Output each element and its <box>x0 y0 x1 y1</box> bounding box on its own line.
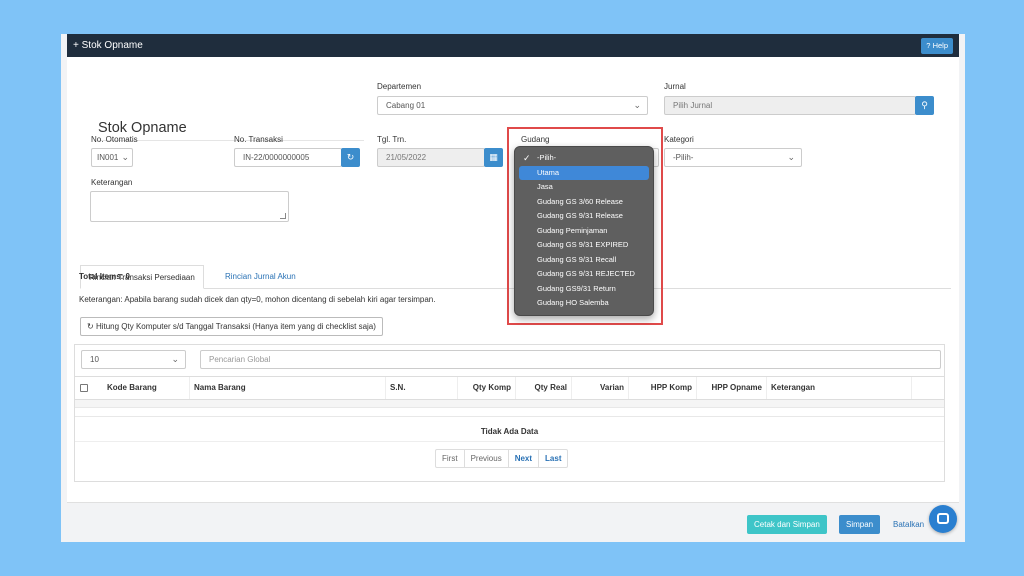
no-transaksi-input[interactable]: IN-22/0000000005 <box>234 148 342 167</box>
select-all-checkbox[interactable] <box>80 384 88 392</box>
page-size-value: 10 <box>90 355 99 364</box>
title-divider <box>98 140 364 141</box>
chevron-down-icon: ⌄ <box>633 100 641 110</box>
note-text: Keterangan: Apabila barang sudah dicek d… <box>79 295 436 304</box>
gudang-option-ho-salemba[interactable]: Gudang HO Salemba <box>519 296 649 311</box>
gudang-option-jasa[interactable]: Jasa <box>519 180 649 195</box>
search-icon: ⚲ <box>921 100 928 110</box>
no-otomatis-label: No. Otomatis <box>91 135 138 144</box>
title-bar: + Stok Opname ? Help <box>67 34 959 57</box>
print-save-button[interactable]: Cetak dan Simpan <box>747 515 827 534</box>
col-qty-real[interactable]: Qty Real <box>516 377 572 399</box>
gudang-option-gs931-expired[interactable]: Gudang GS 9/31 EXPIRED <box>519 238 649 253</box>
resize-grip-icon[interactable] <box>280 213 286 219</box>
help-icon: ? <box>926 41 931 50</box>
refresh-icon: ↻ <box>346 152 355 162</box>
page-title: Stok Opname <box>98 120 187 136</box>
empty-table-message: Tidak Ada Data <box>75 422 944 442</box>
gudang-dropdown-menu: ✓ -Pilih- Utama Jasa Gudang GS 3/60 Rele… <box>514 146 654 316</box>
col-qty-komp[interactable]: Qty Komp <box>458 377 516 399</box>
form-footer: Cetak dan Simpan Simpan Batalkan <box>67 502 959 542</box>
pagination: First Previous Next Last <box>435 449 569 468</box>
no-transaksi-label: No. Transaksi <box>234 135 283 144</box>
jurnal-label: Jurnal <box>664 82 686 91</box>
check-icon: ✓ <box>523 153 531 163</box>
refresh-icon: ↻ <box>87 322 94 331</box>
gudang-option-gs360-release[interactable]: Gudang GS 3/60 Release <box>519 195 649 210</box>
pager-last[interactable]: Last <box>539 450 567 467</box>
departemen-label: Departemen <box>377 82 422 91</box>
help-button[interactable]: ? Help <box>921 38 953 54</box>
pager-previous[interactable]: Previous <box>465 450 509 467</box>
gudang-option-peminjaman[interactable]: Gudang Peminjaman <box>519 224 649 239</box>
option-label: -Pilih- <box>537 153 557 162</box>
no-otomatis-select[interactable]: IN001 ⌄ <box>91 148 133 167</box>
chat-icon <box>937 513 949 524</box>
global-search-input[interactable]: Pencarian Global <box>200 350 941 369</box>
help-label: Help <box>932 41 948 50</box>
col-kode-barang[interactable]: Kode Barang <box>103 377 190 399</box>
chevron-down-icon: ⌄ <box>787 152 795 162</box>
table-empty-row <box>75 409 944 417</box>
calendar-button[interactable]: ▦ <box>484 148 503 167</box>
hitung-qty-button[interactable]: ↻ Hitung Qty Komputer s/d Tanggal Transa… <box>80 317 383 336</box>
gudang-option-gs931-release[interactable]: Gudang GS 9/31 Release <box>519 209 649 224</box>
pager-first[interactable]: First <box>436 450 465 467</box>
keterangan-label: Keterangan <box>91 178 133 187</box>
global-search-placeholder: Pencarian Global <box>209 355 271 364</box>
col-hpp-komp[interactable]: HPP Komp <box>629 377 697 399</box>
tab-rincian-jurnal[interactable]: Rincian Jurnal Akun <box>217 265 304 289</box>
kategori-select[interactable]: -Pilih- ⌄ <box>664 148 802 167</box>
gudang-option-gs931-rejected[interactable]: Gudang GS 9/31 REJECTED <box>519 267 649 282</box>
no-otomatis-value: IN001 <box>97 153 119 162</box>
page-size-select[interactable]: 10 ⌄ <box>81 350 186 369</box>
chevron-down-icon: ⌄ <box>121 152 129 162</box>
gudang-option-utama[interactable]: Utama <box>519 165 649 180</box>
refresh-transaksi-button[interactable]: ↻ <box>341 148 360 167</box>
departemen-select[interactable]: Cabang 01 ⌄ <box>377 96 648 115</box>
gudang-option-gs931-return[interactable]: Gudang GS9/31 Return <box>519 282 649 297</box>
jurnal-search-button[interactable]: ⚲ <box>915 96 934 115</box>
jurnal-input[interactable]: Pilih Jurnal <box>664 96 916 115</box>
pager-next[interactable]: Next <box>509 450 540 467</box>
col-nama-barang[interactable]: Nama Barang <box>190 377 386 399</box>
col-hpp-opname[interactable]: HPP Opname <box>697 377 767 399</box>
window-title-text: Stok Opname <box>81 40 143 51</box>
kategori-label: Kategori <box>664 135 694 144</box>
kategori-value: -Pilih- <box>673 153 694 162</box>
total-items: Total Items: 0 <box>79 272 130 281</box>
cancel-link[interactable]: Batalkan <box>893 515 924 534</box>
col-sn[interactable]: S.N. <box>386 377 458 399</box>
table-empty-row <box>75 400 944 408</box>
gudang-option-pilih[interactable]: ✓ -Pilih- <box>519 151 649 166</box>
hitung-qty-label: Hitung Qty Komputer s/d Tanggal Transaks… <box>95 322 376 331</box>
tgl-trn-value: 21/05/2022 <box>386 153 427 162</box>
no-transaksi-value: IN-22/0000000005 <box>243 153 310 162</box>
departemen-value: Cabang 01 <box>386 101 426 110</box>
items-grid: 10 ⌄ Pencarian Global Kode Barang Nama B… <box>74 344 945 482</box>
table-header: Kode Barang Nama Barang S.N. Qty Komp Qt… <box>75 376 944 400</box>
calendar-icon: ▦ <box>489 152 498 162</box>
tgl-trn-label: Tgl. Trn. <box>377 135 407 144</box>
col-keterangan[interactable]: Keterangan <box>767 377 912 399</box>
col-varian[interactable]: Varian <box>572 377 629 399</box>
gudang-option-gs931-recall[interactable]: Gudang GS 9/31 Recall <box>519 253 649 268</box>
save-button[interactable]: Simpan <box>839 515 881 534</box>
chevron-down-icon: ⌄ <box>171 354 179 364</box>
window-title: + Stok Opname <box>73 40 143 51</box>
tgl-trn-input[interactable]: 21/05/2022 <box>377 148 485 167</box>
keterangan-textarea[interactable] <box>90 191 289 222</box>
jurnal-placeholder: Pilih Jurnal <box>673 101 713 110</box>
chat-widget-button[interactable] <box>929 505 957 533</box>
